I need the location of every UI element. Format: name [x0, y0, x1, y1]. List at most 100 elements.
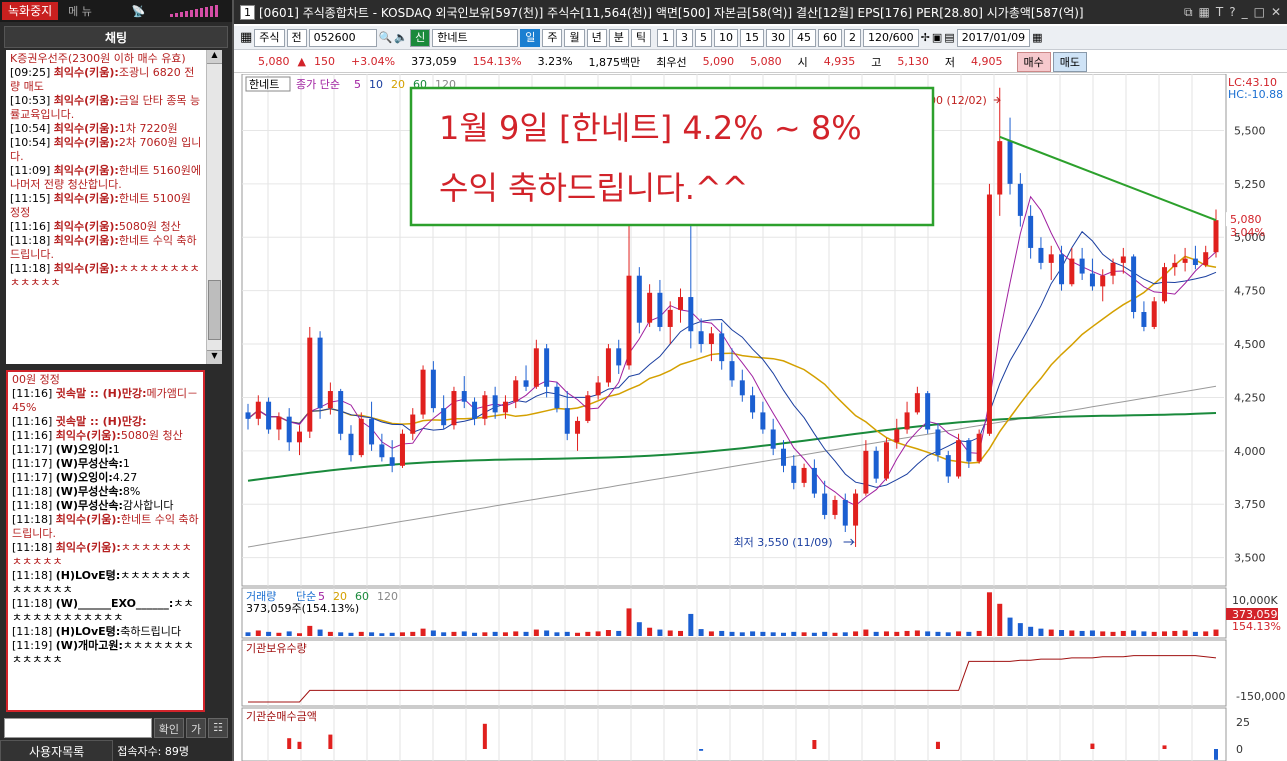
volume-bar — [904, 630, 910, 636]
interval-button[interactable]: 15 — [739, 28, 764, 47]
candle-body — [667, 309, 673, 327]
volume-bar — [770, 632, 776, 636]
candle-body — [760, 412, 766, 430]
period-tab[interactable]: 분 — [608, 28, 629, 47]
maximize-icon[interactable]: □ — [1254, 5, 1265, 20]
left-top-bar: 녹화중지 메 뉴 📡 — [0, 0, 232, 22]
menu-button[interactable]: 메 뉴 — [68, 3, 92, 19]
help-icon[interactable]: ? — [1229, 5, 1235, 20]
candle-body — [1172, 262, 1178, 268]
market-select[interactable]: 주식 — [254, 28, 285, 47]
period-tab[interactable]: 년 — [586, 28, 607, 47]
font-button[interactable]: 가 — [186, 718, 207, 738]
window-title: [0601] 주식종합차트 - KOSDAQ 외국인보유[597(천)] 주식수… — [259, 5, 1084, 20]
stock-name-field[interactable]: 한네트 — [432, 28, 519, 47]
period-tab[interactable]: 월 — [564, 28, 585, 47]
chat-message-list: 00원 정정 [11:16] 귓속말 :: (H)만강:메가앰디－45% [11:1… — [6, 370, 205, 712]
chat-time: [11:16] — [12, 387, 56, 400]
price-change-pct: +3.04% — [350, 55, 396, 68]
chat-message: K증권우선주(2300원 이하 매수 유효) — [10, 52, 202, 66]
interval-button[interactable]: 3 — [675, 28, 693, 47]
confirm-button[interactable]: 확인 — [153, 718, 184, 738]
date-field[interactable]: 2017/01/09 — [956, 28, 1031, 47]
interval-button[interactable]: 60 — [817, 28, 842, 47]
users-bar: 사용자목록 접속자수: 89명 — [0, 739, 232, 761]
volume-bar — [616, 630, 622, 636]
volume-bar — [719, 630, 725, 636]
volume-bar — [1151, 631, 1157, 636]
volume-bar — [1182, 630, 1188, 636]
volume-bar — [678, 630, 684, 636]
tool-icon[interactable]: ✢ — [921, 31, 930, 44]
chat-broadcast-scrollbar[interactable]: ▲ ▼ — [206, 50, 222, 364]
sound-icon[interactable]: 🔈 — [394, 31, 408, 44]
bid-price: 5,080 — [750, 55, 782, 68]
save-icon[interactable]: ▣ — [932, 31, 942, 44]
jeon-button[interactable]: 전 — [286, 28, 307, 47]
chat-message: [11:18] 최익수(키움):한네트 수익 축하드립니다. — [12, 513, 199, 541]
chat-text: K증권우선주(2300원 이하 매수 유효) — [10, 52, 186, 65]
volume-bar — [595, 631, 601, 636]
chart-icon[interactable]: ▤ — [944, 31, 954, 44]
volume-bar — [575, 632, 581, 636]
user-list-button[interactable]: 사용자목록 — [0, 739, 114, 761]
chat-message: [10:54] 최익수(키움):2차 7060원 입니다. — [10, 136, 202, 164]
grid-icon[interactable]: ▦ — [1199, 5, 1210, 20]
period-tab[interactable]: 틱 — [630, 28, 651, 47]
stock-code-input[interactable]: 052600 — [308, 28, 377, 47]
search-icon[interactable]: 🔍 — [379, 31, 393, 44]
close-icon[interactable]: ✕ — [1271, 5, 1281, 20]
sell-button[interactable]: 매도 — [1052, 51, 1088, 72]
interval-button[interactable]: 10 — [713, 28, 738, 47]
chat-user: (W)무성산속: — [55, 457, 123, 470]
period-tab[interactable]: 일 — [520, 28, 541, 47]
open-price: 4,935 — [823, 55, 856, 68]
chat-user: (W)무성산속: — [55, 485, 123, 498]
volume-bar — [492, 631, 498, 636]
interval-buttons: 1 3 5 10 15 30 45 60 — [656, 28, 842, 47]
candle-body — [822, 493, 828, 515]
candle-body — [266, 401, 272, 430]
chat-time: [11:18] — [12, 513, 56, 526]
calendar-icon[interactable]: ▦ — [1032, 31, 1042, 44]
volume-bar — [554, 632, 560, 636]
stock-chart[interactable]: 5,5005,2505,0004,7504,5004,2504,0003,750… — [234, 74, 1287, 761]
volume-bar — [1059, 630, 1065, 636]
interval-button[interactable]: 30 — [765, 28, 790, 47]
chat-user: 최익수(키움): — [53, 122, 119, 135]
link-icon[interactable]: ⧉ — [1184, 5, 1193, 20]
buy-button[interactable]: 매수 — [1016, 51, 1051, 72]
candle-body — [1110, 262, 1116, 276]
volume-bar — [544, 630, 550, 636]
chat-time: [11:09] — [10, 164, 54, 177]
interval-button[interactable]: 1 — [656, 28, 674, 47]
candle-body — [1141, 312, 1147, 327]
count-select[interactable]: 2 — [843, 28, 861, 47]
window-number: 1 — [240, 4, 255, 20]
range-field[interactable]: 120/600 — [862, 28, 919, 47]
settings-icon[interactable]: ☷ — [208, 718, 228, 738]
chat-time: [11:16] — [10, 220, 54, 233]
minimize-icon[interactable]: _ — [1242, 5, 1248, 20]
candle-body — [1038, 247, 1044, 263]
volume-bar — [925, 631, 931, 636]
period-tab[interactable]: 주 — [542, 28, 563, 47]
candle-body — [1213, 220, 1219, 253]
volume-bar — [389, 632, 395, 636]
chat-user: (H)LOvE텽: — [55, 569, 121, 582]
candle-body — [688, 297, 694, 332]
candle-body — [894, 429, 900, 443]
chat-time: [10:54] — [10, 136, 54, 149]
chat-time: [11:17] — [12, 471, 56, 484]
interval-button[interactable]: 45 — [791, 28, 816, 47]
candle-body — [791, 465, 797, 483]
chat-text: 8% — [122, 485, 141, 498]
interval-button[interactable]: 5 — [694, 28, 712, 47]
volume-bar — [894, 631, 900, 636]
text-icon[interactable]: T — [1216, 5, 1223, 20]
chat-input[interactable] — [4, 718, 152, 738]
record-stop-button[interactable]: 녹화중지 — [2, 2, 59, 20]
chat-time: [10:53] — [10, 94, 54, 107]
grid-menu-icon[interactable]: ▦ — [240, 30, 252, 45]
low-price: 4,905 — [971, 55, 1003, 68]
